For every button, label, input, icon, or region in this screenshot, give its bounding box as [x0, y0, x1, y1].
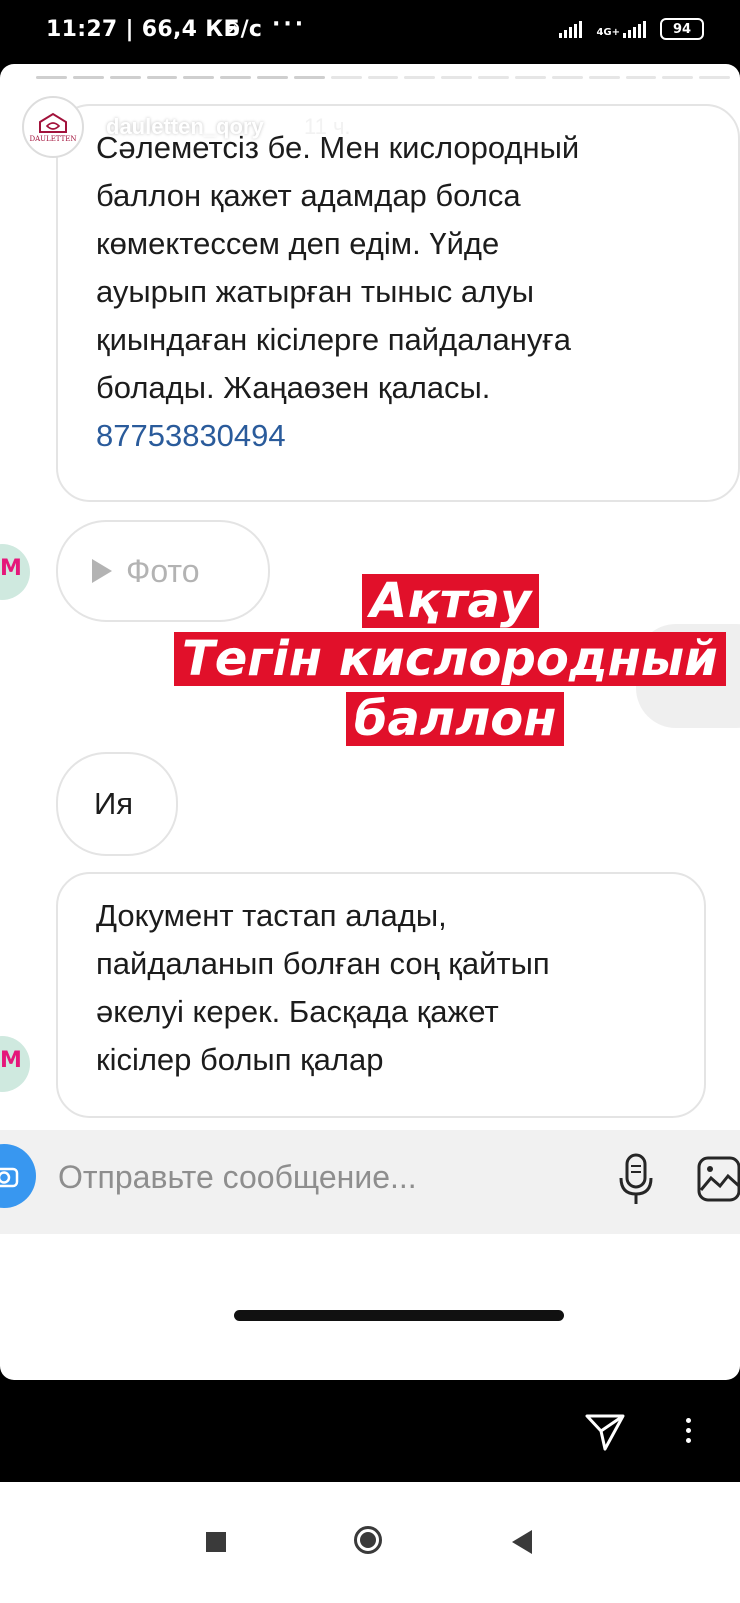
message-bubble: Документ тастап алады, пайдаланып болған… [56, 872, 706, 1118]
mute-icon: ⊘ [224, 16, 241, 40]
microphone-icon[interactable] [616, 1152, 656, 1208]
sender-avatar: M [0, 1036, 30, 1092]
battery-level: 94 [672, 21, 692, 37]
overlay-text-line: Ақтау [362, 574, 540, 628]
story-username[interactable]: dauletten_qory [106, 114, 264, 140]
play-icon [92, 559, 112, 583]
signal-icon-2 [623, 20, 646, 38]
sender-avatar: M [0, 544, 30, 600]
message-input[interactable] [56, 1158, 540, 1197]
message-line: көмектессем деп едім. Үйде [96, 226, 500, 261]
signal-icon [559, 20, 583, 38]
recents-button[interactable] [206, 1532, 226, 1552]
message-line: пайдаланып болған соң қайтып [96, 946, 550, 981]
story-timestamp: 11 ч. [304, 114, 351, 139]
photo-message-bubble[interactable]: Фото [56, 520, 270, 622]
message-line: қиындаған кісілерге пайдалануға [96, 322, 571, 357]
message-text: Ия [94, 786, 134, 821]
brand-label: DAULETTEN [29, 134, 77, 143]
camera-icon[interactable] [0, 1144, 36, 1208]
message-line: кісілер болып қалар [96, 1042, 384, 1077]
gallery-icon[interactable] [696, 1154, 740, 1204]
status-bar: 11:27 | 66,4 КБ/с ⊘ ··· 4G+ 94 [0, 0, 740, 62]
message-line: Документ тастап алады, [96, 898, 447, 933]
phone-link[interactable]: 87753830494 [96, 412, 738, 460]
home-logo-icon [39, 112, 67, 133]
message-line: ауырып жатырған тыныс алуы [96, 274, 534, 309]
battery-icon: 94 [660, 18, 704, 40]
message-line: болады. Жаңаөзен қаласы. [96, 370, 491, 405]
system-navigation-bar [0, 1482, 740, 1603]
message-line: баллон қажет адамдар болса [96, 178, 521, 213]
more-notifications-icon: ··· [272, 12, 307, 37]
photo-label: Фото [126, 553, 200, 589]
home-indicator [234, 1310, 564, 1321]
avatar[interactable]: DAULETTEN [22, 96, 84, 158]
story-actions [0, 1380, 740, 1482]
message-bubble: Сәлеметсіз бе. Мен кислородный баллон қа… [56, 104, 740, 502]
message-composer [0, 1130, 740, 1234]
overlay-text-line: Тегін кислородный [174, 632, 726, 686]
overlay-text-line: баллон [346, 692, 565, 746]
message-line: әкелуі керек. Басқада қажет [96, 994, 499, 1029]
message-bubble: Ия [56, 752, 178, 856]
story-progress-bar [36, 76, 731, 79]
home-button[interactable] [354, 1526, 382, 1554]
back-button[interactable] [512, 1530, 532, 1554]
send-icon[interactable] [584, 1412, 626, 1452]
more-vertical-icon[interactable] [686, 1418, 691, 1443]
story-view[interactable]: Сәлеметсіз бе. Мен кислородный баллон қа… [0, 64, 740, 1380]
network-type: 4G+ [596, 27, 620, 38]
